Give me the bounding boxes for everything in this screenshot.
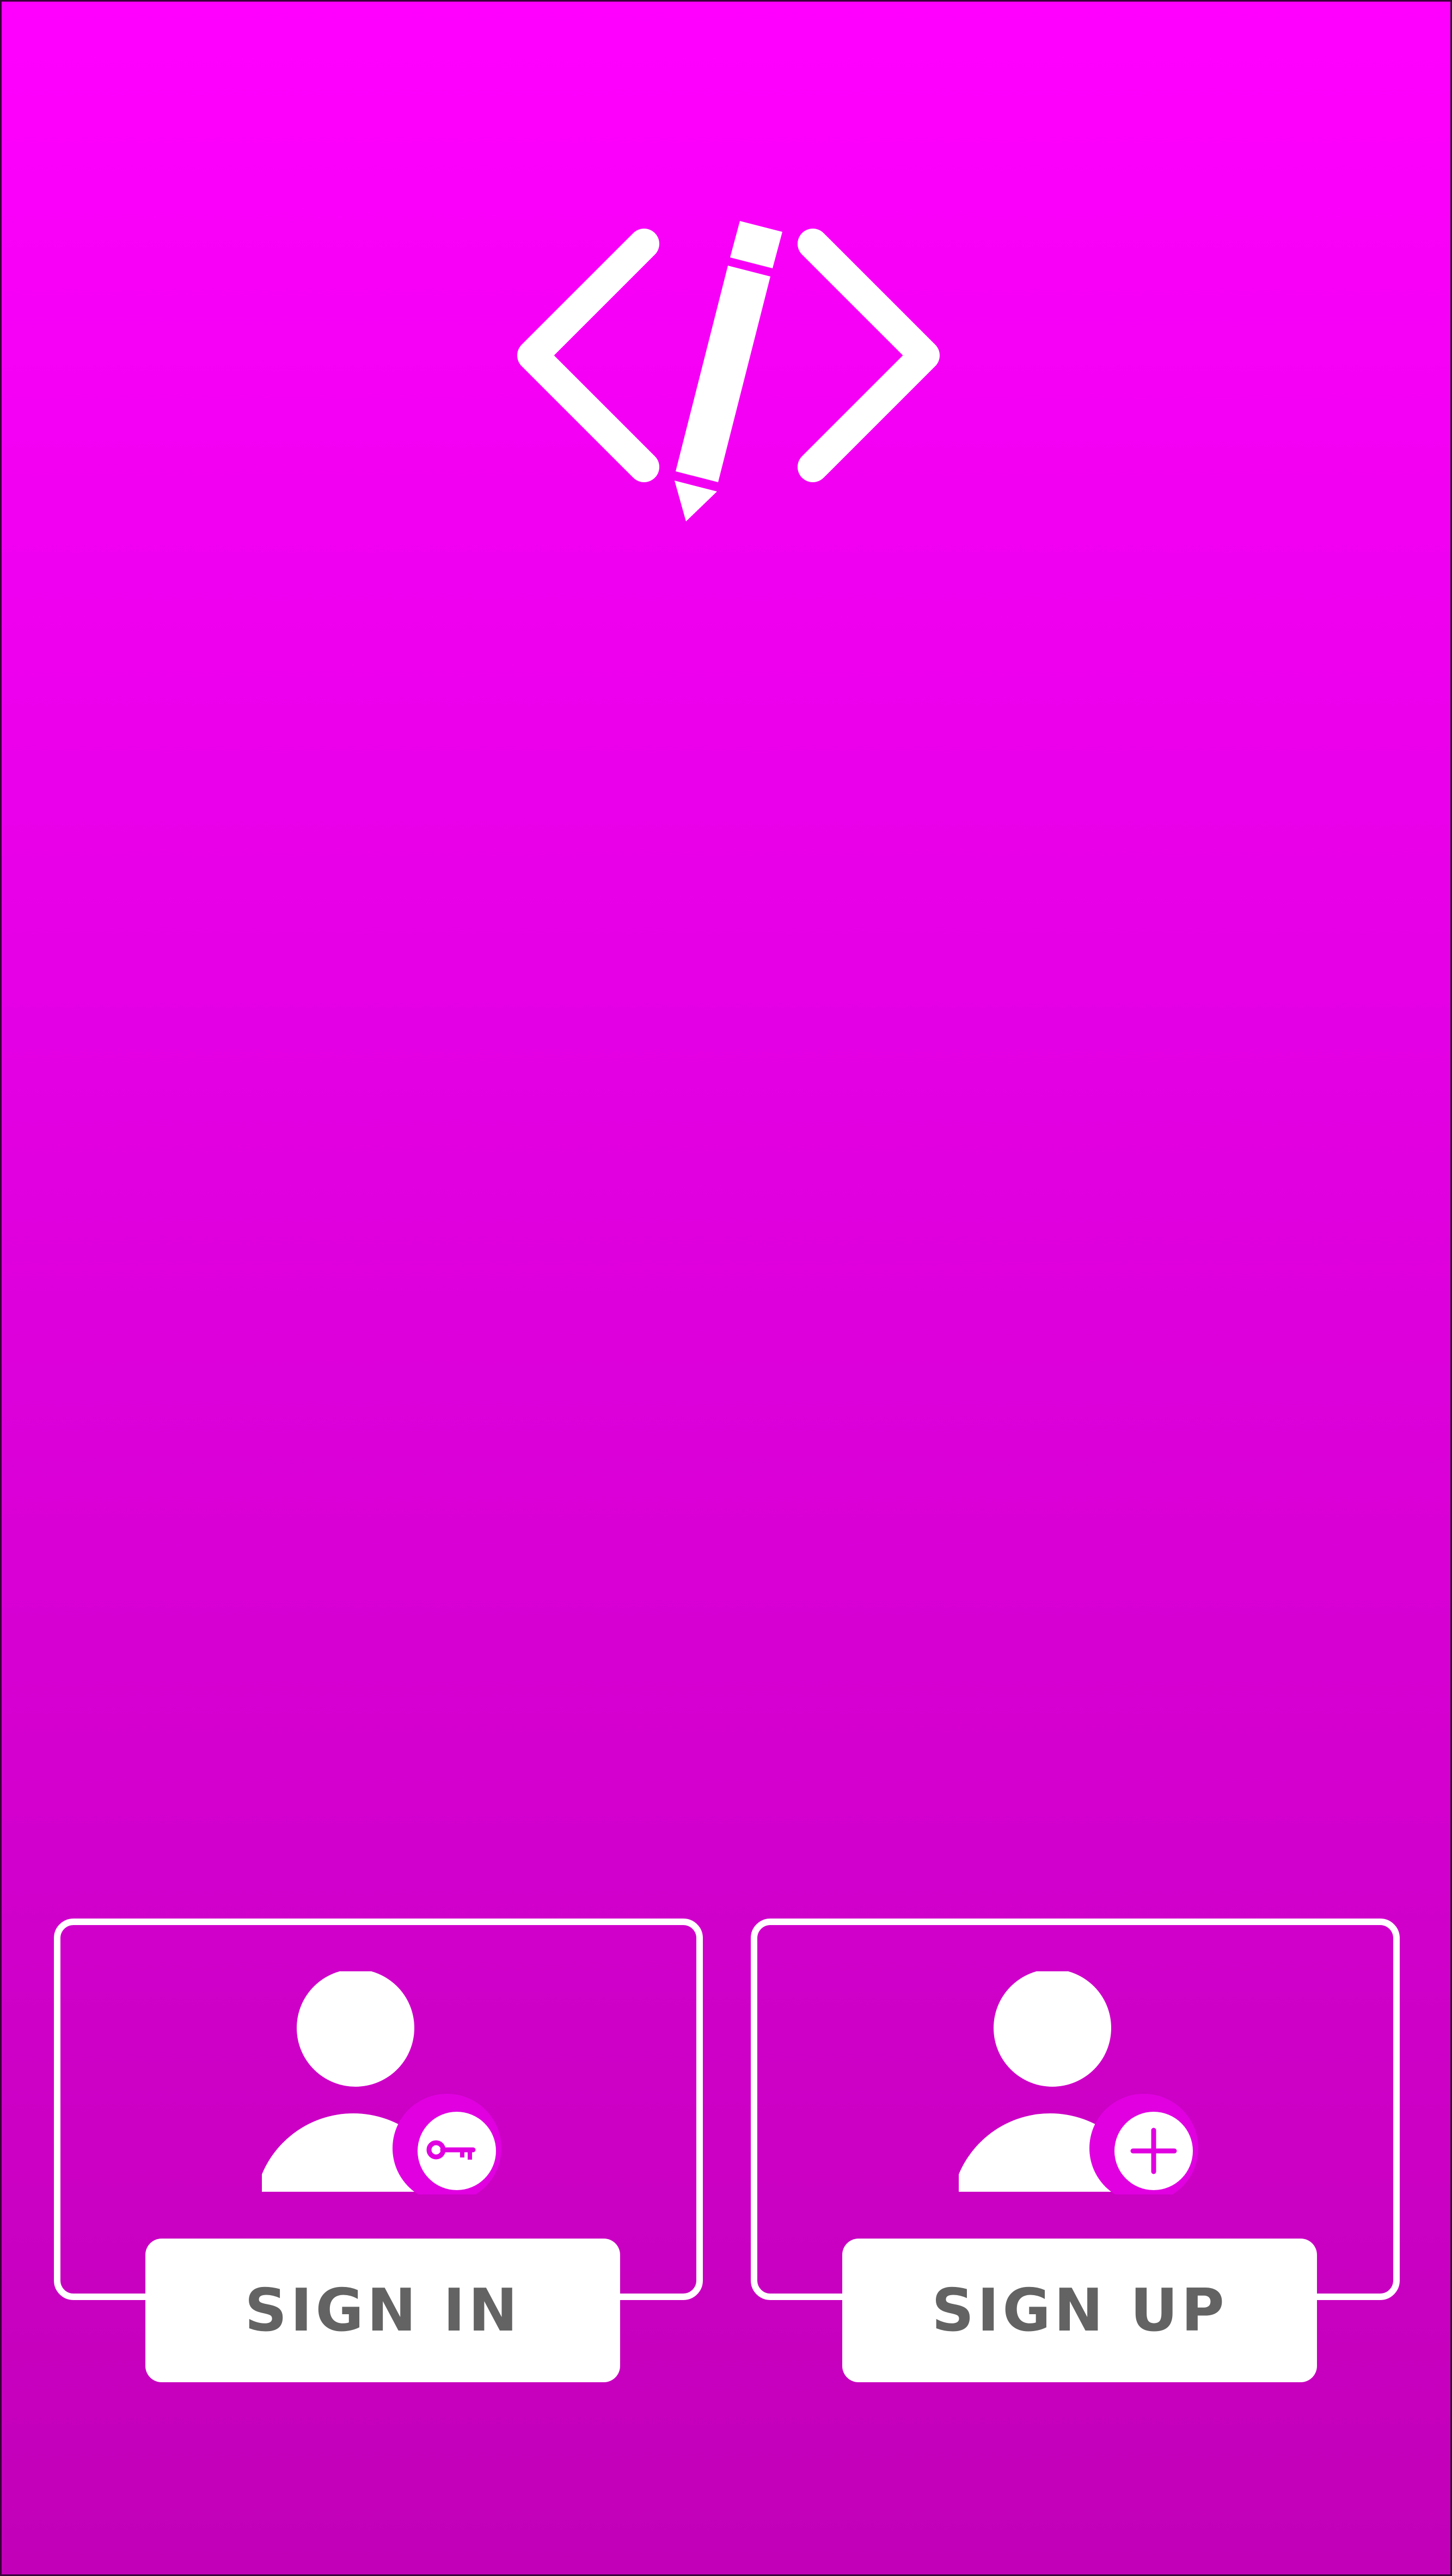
welcome-screen: SIGN IN SIGN UP [0, 0, 1452, 2576]
app-logo [497, 217, 960, 527]
signin-label: SIGN IN [244, 2276, 521, 2345]
signin-icon [262, 1971, 501, 2194]
user-key-icon [262, 1971, 501, 2194]
signin-button[interactable]: SIGN IN [145, 2239, 620, 2382]
code-edit-icon [517, 221, 940, 521]
signup-label: SIGN UP [932, 2276, 1228, 2345]
signup-card[interactable]: SIGN UP [751, 1919, 1400, 2382]
user-add-icon [959, 1971, 1198, 2194]
signup-icon [959, 1971, 1198, 2194]
signin-card[interactable]: SIGN IN [54, 1919, 703, 2382]
signup-button[interactable]: SIGN UP [842, 2239, 1317, 2382]
